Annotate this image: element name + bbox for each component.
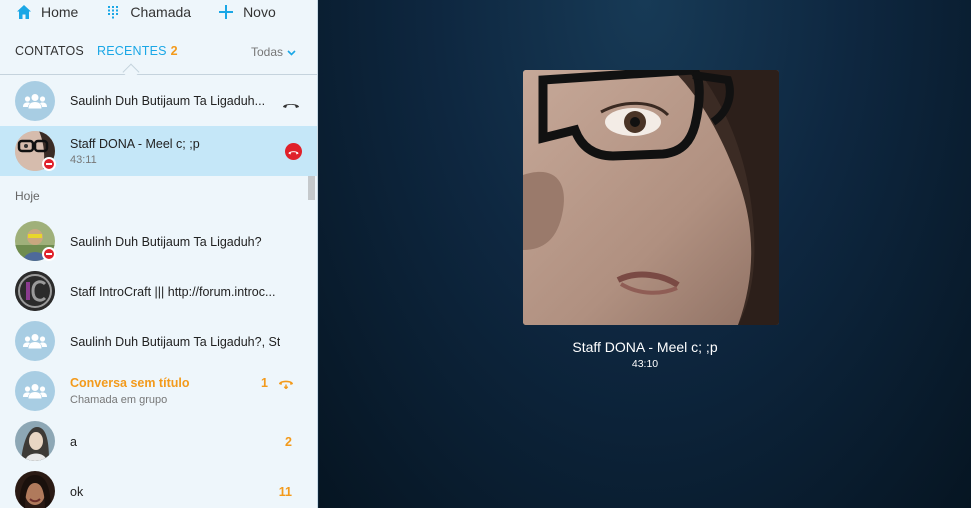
call-stage: Staff DONA - Meel c; ;p 43:10 bbox=[319, 0, 971, 508]
contact-name: ok bbox=[70, 485, 84, 499]
contact-name: Staff IntroCraft ||| http://forum.introc… bbox=[70, 285, 276, 299]
tab-recents-label: RECENTES bbox=[97, 44, 167, 58]
dialpad-icon bbox=[105, 4, 121, 20]
call-label: Chamada bbox=[130, 4, 192, 20]
list-item[interactable]: Staff IntroCraft ||| http://forum.introc… bbox=[0, 266, 317, 316]
call-button[interactable]: Chamada bbox=[105, 4, 191, 20]
scrollbar-thumb[interactable] bbox=[308, 176, 315, 200]
section-header-today: Hoje bbox=[15, 189, 40, 203]
caller-name: Staff DONA - Meel c; ;p bbox=[572, 339, 718, 355]
group-icon bbox=[23, 94, 47, 109]
plus-icon bbox=[218, 4, 234, 20]
contact-name: Conversa sem título bbox=[70, 376, 190, 390]
contact-name: Saulinh Duh Butijaum Ta Ligaduh? bbox=[70, 235, 262, 249]
group-icon bbox=[23, 334, 47, 349]
group-icon bbox=[23, 384, 47, 399]
tab-recents[interactable]: RECENTES 2 bbox=[97, 44, 178, 58]
phone-icon[interactable] bbox=[282, 96, 300, 114]
list-item[interactable]: Conversa sem título Chamada em grupo 1 bbox=[0, 366, 317, 416]
contact-name: Staff DONA - Meel c; ;p bbox=[70, 137, 200, 151]
avatar bbox=[15, 421, 55, 461]
end-call-icon[interactable] bbox=[285, 143, 302, 160]
home-icon bbox=[16, 4, 32, 20]
contact-subtitle: Chamada em grupo bbox=[70, 394, 168, 406]
avatar bbox=[15, 321, 55, 361]
list-item[interactable]: Saulinh Duh Butijaum Ta Ligaduh? bbox=[0, 216, 317, 266]
filter-dropdown[interactable]: Todas bbox=[251, 44, 296, 59]
tab-divider bbox=[0, 74, 317, 75]
unread-count-badge: 2 bbox=[285, 435, 292, 449]
presence-busy-icon bbox=[42, 247, 56, 261]
tab-bar: CONTATOS RECENTES 2 Todas bbox=[0, 40, 317, 74]
recents-count-badge: 2 bbox=[170, 44, 178, 58]
active-call-row[interactable]: Saulinh Duh Butijaum Ta Ligaduh... bbox=[0, 76, 317, 126]
contact-name: Saulinh Duh Butijaum Ta Ligaduh?, St... bbox=[70, 335, 280, 349]
caller-photo bbox=[523, 70, 779, 325]
home-button[interactable]: Home bbox=[16, 4, 78, 20]
tab-contacts[interactable]: CONTATOS bbox=[15, 44, 84, 58]
call-timer: 43:10 bbox=[631, 358, 659, 370]
contact-name: a bbox=[70, 435, 77, 449]
avatar bbox=[15, 371, 55, 411]
filter-label: Todas bbox=[250, 44, 283, 59]
new-button[interactable]: Novo bbox=[218, 4, 276, 20]
list-item[interactable]: ok 11 bbox=[0, 466, 317, 508]
home-label: Home bbox=[41, 4, 79, 20]
sidebar: Home Chamada Novo CONTATOS RECENTES 2 To… bbox=[0, 0, 318, 508]
presence-busy-icon bbox=[42, 157, 56, 171]
call-duration: 43:11 bbox=[70, 154, 97, 166]
missed-call-icon bbox=[278, 376, 294, 394]
top-nav: Home Chamada Novo bbox=[0, 0, 317, 24]
list-item[interactable]: a 2 bbox=[0, 416, 317, 466]
new-label: Novo bbox=[243, 4, 276, 20]
avatar bbox=[15, 271, 55, 311]
active-call-row-selected[interactable]: Staff DONA - Meel c; ;p 43:11 bbox=[0, 126, 317, 176]
chevron-down-icon bbox=[287, 45, 296, 59]
unread-count-badge: 11 bbox=[278, 485, 292, 499]
avatar bbox=[15, 81, 55, 121]
avatar bbox=[15, 471, 55, 508]
contact-name: Saulinh Duh Butijaum Ta Ligaduh... bbox=[70, 94, 266, 108]
unread-count-badge: 1 bbox=[261, 376, 268, 390]
list-item[interactable]: Saulinh Duh Butijaum Ta Ligaduh?, St... bbox=[0, 316, 317, 366]
